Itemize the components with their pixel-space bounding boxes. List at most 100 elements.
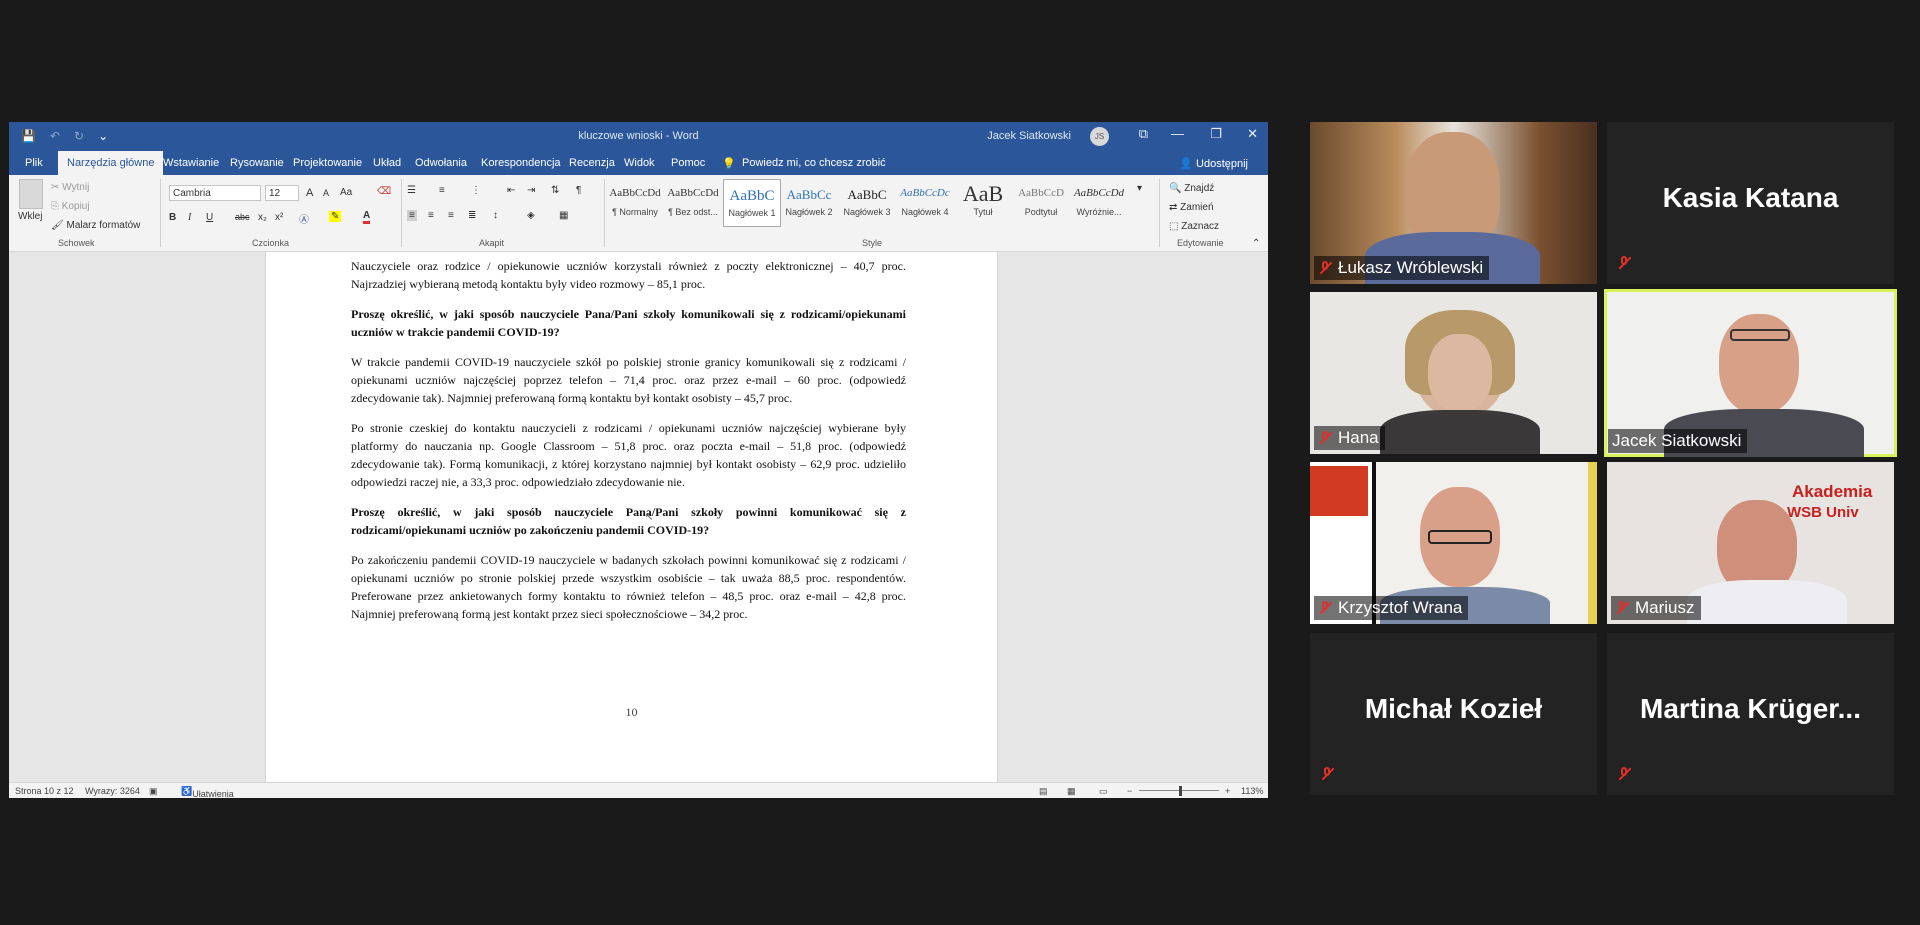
participant-name-label: Mariusz: [1611, 596, 1701, 620]
styles-group-label: Style: [862, 238, 883, 248]
superscript-button[interactable]: x²: [275, 212, 283, 223]
text-effects-icon[interactable]: Ⓐ: [299, 211, 309, 226]
style-heading-4[interactable]: AaBbCcDc Nagłówek 4: [897, 179, 953, 225]
participant-tile-active[interactable]: Jacek Siatkowski: [1604, 289, 1897, 457]
proofing-icon[interactable]: ▣: [149, 786, 158, 797]
participant-tile[interactable]: Hana: [1310, 292, 1597, 454]
line-spacing-icon[interactable]: ↕: [493, 210, 498, 221]
close-button[interactable]: ✕: [1247, 126, 1258, 142]
justify-icon[interactable]: ≣: [468, 210, 476, 221]
zoom-out-icon[interactable]: −: [1127, 786, 1132, 796]
tab-mailings[interactable]: Korespondencja: [481, 157, 561, 169]
style-subtitle[interactable]: AaBbCcD Podtytuł: [1013, 179, 1069, 225]
style-no-spacing[interactable]: AaBbCcDd ¶ Bez odst...: [665, 179, 721, 225]
document-title: kluczowe wnioski - Word: [578, 130, 699, 142]
tab-insert[interactable]: Wstawianie: [163, 157, 219, 169]
participant-tile[interactable]: Kasia Katana: [1607, 122, 1894, 284]
share-label: Udostępnij: [1196, 158, 1248, 170]
copy-button[interactable]: ⎘ Kopiuj: [51, 201, 90, 212]
style-heading-3[interactable]: AaBbC Nagłówek 3: [839, 179, 895, 225]
ribbon-display-options-icon[interactable]: ⧉: [1139, 126, 1148, 142]
shading-icon[interactable]: ◈: [527, 210, 535, 221]
cut-button[interactable]: ✂ Wytnij: [51, 182, 89, 193]
font-name-select[interactable]: Cambria: [169, 185, 261, 201]
style-heading-1[interactable]: AaBbC Nagłówek 1: [723, 179, 781, 227]
restore-button[interactable]: ❐: [1210, 126, 1222, 142]
share-button[interactable]: 👤 Udostępnij: [1179, 157, 1248, 170]
change-case-button[interactable]: Aa: [340, 187, 352, 198]
font-size-select[interactable]: 12: [265, 185, 299, 201]
sort-icon[interactable]: ⇅: [551, 185, 559, 196]
participant-tile[interactable]: Michał Kozieł: [1310, 633, 1597, 795]
user-name[interactable]: Jacek Siatkowski: [987, 130, 1071, 142]
tab-draw[interactable]: Rysowanie: [230, 157, 284, 169]
grow-font-button[interactable]: A: [306, 187, 313, 199]
person-icon: 👤: [1179, 158, 1197, 170]
styles-more-icon[interactable]: ▾: [1137, 183, 1142, 194]
subscript-button[interactable]: x₂: [258, 212, 267, 223]
align-right-icon[interactable]: ≡: [448, 210, 454, 221]
zoom-level[interactable]: 113%: [1241, 786, 1263, 796]
participant-tile[interactable]: Łukasz Wróblewski: [1310, 122, 1597, 284]
web-layout-icon[interactable]: ▭: [1099, 786, 1108, 797]
page-counter[interactable]: Strona 10 z 12: [15, 786, 74, 796]
font-color-icon[interactable]: A: [363, 210, 371, 224]
clear-formatting-icon[interactable]: ⌫: [377, 186, 391, 197]
document-body[interactable]: Nauczyciele oraz rodzice / opiekunowie u…: [351, 257, 906, 635]
style-normal[interactable]: AaBbCcDd ¶ Normalny: [607, 179, 663, 225]
paste-icon[interactable]: [19, 179, 43, 209]
read-mode-icon[interactable]: ▤: [1039, 786, 1048, 797]
numbering-icon[interactable]: ≡: [439, 185, 445, 196]
style-title[interactable]: AaB Tytuł: [955, 179, 1011, 225]
bullets-icon[interactable]: ☰: [407, 185, 416, 196]
multilevel-list-icon[interactable]: ⋮: [471, 185, 481, 196]
document-area[interactable]: Nauczyciele oraz rodzice / opiekunowie u…: [9, 252, 1268, 782]
zoom-slider-thumb[interactable]: [1179, 786, 1182, 796]
shrink-font-button[interactable]: A: [323, 188, 329, 198]
style-heading-2[interactable]: AaBbCc Nagłówek 2: [781, 179, 837, 225]
minimize-button[interactable]: —: [1171, 126, 1184, 141]
borders-icon[interactable]: ▦: [559, 210, 568, 221]
align-left-icon[interactable]: ≡: [407, 210, 417, 221]
increase-indent-icon[interactable]: ⇥: [527, 185, 535, 196]
tell-me-input[interactable]: Powiedz mi, co chcesz zrobić: [742, 157, 886, 169]
bold-button[interactable]: B: [169, 212, 176, 223]
document-page[interactable]: Nauczyciele oraz rodzice / opiekunowie u…: [265, 252, 998, 782]
find-button[interactable]: 🔍 Znajdź: [1169, 183, 1214, 194]
paragraph: W trakcie pandemii COVID-19 nauczyciele …: [351, 355, 906, 405]
title-bar: 💾 ↶ ↻ ⌄ kluczowe wnioski - Word Jacek Si…: [9, 122, 1268, 151]
tab-file[interactable]: Plik: [25, 157, 43, 169]
paste-button[interactable]: Wklej: [18, 211, 42, 222]
replace-button[interactable]: ⇄ Zamień: [1169, 202, 1214, 213]
collapse-ribbon-icon[interactable]: ⌃: [1252, 238, 1260, 249]
highlight-icon[interactable]: ✎: [329, 211, 342, 222]
participant-name-label: Łukasz Wróblewski: [1314, 256, 1490, 280]
tab-home[interactable]: Narzędzia główne: [58, 151, 164, 175]
accessibility-status[interactable]: ♿ Ułatwienia dostępu: zbadaj: [181, 786, 234, 798]
participant-tile[interactable]: Akademia WSB Univ Mariusz: [1607, 462, 1894, 624]
word-count[interactable]: Wyrazy: 3264: [85, 786, 140, 796]
zoom-in-icon[interactable]: +: [1225, 786, 1230, 796]
divider: [604, 179, 605, 247]
avatar[interactable]: JS: [1090, 127, 1109, 146]
tab-references[interactable]: Odwołania: [415, 157, 467, 169]
italic-button[interactable]: I: [188, 212, 191, 223]
tab-help[interactable]: Pomoc: [671, 157, 705, 169]
ribbon-tabs: Plik Narzędzia główne Wstawianie Rysowan…: [9, 151, 1268, 175]
participant-tile[interactable]: Krzysztof Wrana: [1310, 462, 1597, 624]
tab-layout[interactable]: Układ: [373, 157, 401, 169]
tab-view[interactable]: Widok: [624, 157, 655, 169]
strikethrough-button[interactable]: abc: [235, 212, 250, 222]
tab-review[interactable]: Recenzja: [569, 157, 615, 169]
style-emphasis[interactable]: AaBbCcDd Wyróżnie...: [1071, 179, 1127, 225]
select-button[interactable]: ⬚ Zaznacz: [1169, 221, 1219, 232]
align-center-icon[interactable]: ≡: [428, 210, 434, 221]
muted-mic-icon: [1615, 600, 1629, 616]
underline-button[interactable]: U: [206, 212, 213, 223]
participant-tile[interactable]: Martina Krüger...: [1607, 633, 1894, 795]
format-painter-button[interactable]: 🖌 Malarz formatów: [51, 220, 140, 231]
decrease-indent-icon[interactable]: ⇤: [507, 185, 515, 196]
tab-design[interactable]: Projektowanie: [293, 157, 362, 169]
pilcrow-icon[interactable]: ¶: [576, 185, 581, 196]
print-layout-icon[interactable]: ▦: [1067, 786, 1076, 797]
